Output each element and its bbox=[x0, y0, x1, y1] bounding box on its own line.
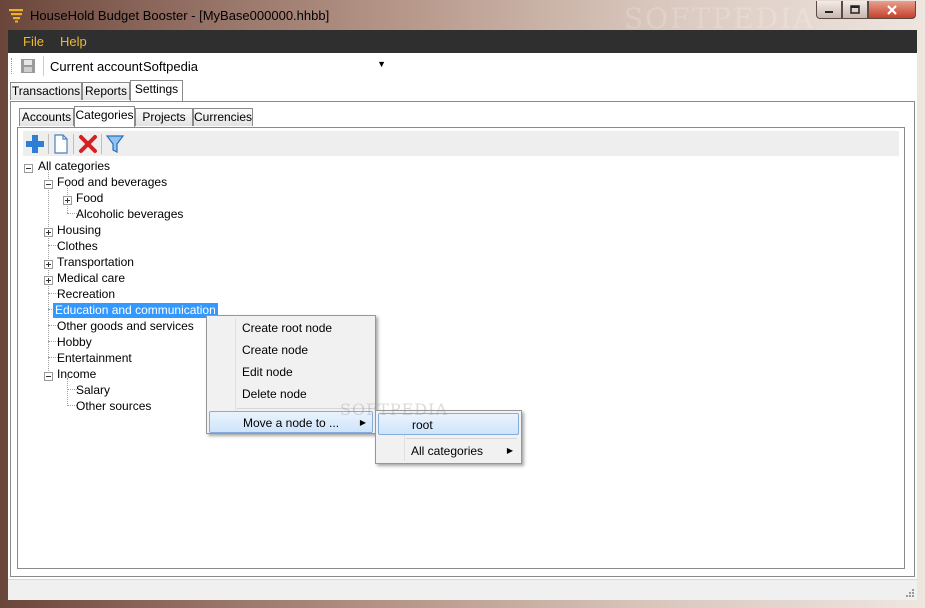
account-toolstrip: Current account Softpedia ▼ bbox=[8, 53, 917, 80]
tree-expand-toggle[interactable] bbox=[44, 260, 53, 269]
toolstrip-separator bbox=[43, 56, 44, 76]
tree-collapse-toggle[interactable] bbox=[44, 372, 53, 381]
tree-node-recreation[interactable]: Recreation bbox=[55, 287, 117, 302]
submenu-arrow-icon: ▶ bbox=[506, 446, 513, 455]
tree-node-salary[interactable]: Salary bbox=[74, 383, 112, 398]
tree-node-hobby[interactable]: Hobby bbox=[55, 335, 94, 350]
window-title: HouseHold Budget Booster - [MyBase000000… bbox=[30, 8, 330, 23]
tree-node-medical-care[interactable]: Medical care bbox=[55, 271, 127, 286]
tree-node-education-and-communication[interactable]: Education and communication bbox=[53, 303, 218, 318]
menu-item-label: Edit node bbox=[242, 365, 293, 379]
resize-grip-icon[interactable] bbox=[904, 587, 914, 597]
menu-item-create-node[interactable]: Create node bbox=[209, 339, 373, 361]
menu-item-label: Move a node to ... bbox=[243, 416, 340, 430]
categories-panel: All categories Food and beverages Food A… bbox=[17, 127, 905, 569]
settings-tabs: Accounts Categories Projects Currencies bbox=[19, 106, 319, 128]
close-button[interactable] bbox=[868, 1, 916, 19]
current-account-value: Softpedia bbox=[143, 59, 198, 74]
tree-guide-line bbox=[48, 170, 49, 373]
tree-guide-line bbox=[67, 378, 68, 406]
title-bar[interactable]: HouseHold Budget Booster - [MyBase000000… bbox=[0, 0, 925, 35]
delete-icon[interactable] bbox=[78, 134, 98, 154]
tab-projects[interactable]: Projects bbox=[135, 108, 193, 126]
client-area: File Help Current account Softpedia ▼ Tr… bbox=[8, 30, 917, 600]
toolbar-separator bbox=[73, 134, 74, 154]
close-icon bbox=[887, 4, 897, 15]
tree-node-all-categories[interactable]: All categories bbox=[36, 159, 112, 174]
menu-item-create-root-node[interactable]: Create root node bbox=[209, 317, 373, 339]
menu-separator bbox=[406, 438, 517, 439]
tab-accounts[interactable]: Accounts bbox=[19, 108, 74, 126]
add-icon[interactable] bbox=[25, 134, 45, 154]
toolstrip-grip[interactable] bbox=[11, 58, 14, 74]
tree-node-other-goods-and-services[interactable]: Other goods and services bbox=[55, 319, 196, 334]
settings-panel: Accounts Categories Projects Currencies bbox=[10, 101, 915, 577]
app-window: HouseHold Budget Booster - [MyBase000000… bbox=[0, 0, 925, 608]
tree-node-other-sources[interactable]: Other sources bbox=[74, 399, 153, 414]
submenu-item-all-categories[interactable]: All categories ▶ bbox=[378, 440, 519, 462]
tree-node-food[interactable]: Food bbox=[74, 191, 105, 206]
tree-expand-toggle[interactable] bbox=[44, 276, 53, 285]
minimize-button[interactable] bbox=[816, 1, 842, 19]
tree-node-entertainment[interactable]: Entertainment bbox=[55, 351, 134, 366]
minimize-icon bbox=[825, 10, 833, 13]
current-account-label: Current account bbox=[50, 59, 143, 74]
tab-reports[interactable]: Reports bbox=[82, 82, 130, 100]
new-document-icon[interactable] bbox=[51, 134, 71, 154]
tab-settings[interactable]: Settings bbox=[130, 80, 183, 101]
filter-icon[interactable] bbox=[105, 134, 125, 154]
tab-currencies[interactable]: Currencies bbox=[193, 108, 253, 126]
tree-expand-toggle[interactable] bbox=[44, 228, 53, 237]
toolbar-separator bbox=[48, 134, 49, 154]
tree-node-transportation[interactable]: Transportation bbox=[55, 255, 136, 270]
menu-help[interactable]: Help bbox=[60, 34, 87, 49]
menu-item-label: Create node bbox=[242, 343, 309, 357]
status-bar bbox=[8, 579, 917, 600]
tree-expand-toggle[interactable] bbox=[63, 196, 72, 205]
menu-bar: File Help bbox=[8, 30, 917, 53]
tree-node-housing[interactable]: Housing bbox=[55, 223, 103, 238]
tree-node-clothes[interactable]: Clothes bbox=[55, 239, 100, 254]
tree-node-alcoholic-beverages[interactable]: Alcoholic beverages bbox=[74, 207, 185, 222]
tree-collapse-toggle[interactable] bbox=[44, 180, 53, 189]
current-account-dropdown[interactable]: Softpedia ▼ bbox=[140, 56, 390, 76]
menu-item-edit-node[interactable]: Edit node bbox=[209, 361, 373, 383]
menu-item-label: Create root node bbox=[242, 321, 333, 335]
tree-node-food-and-beverages[interactable]: Food and beverages bbox=[55, 175, 169, 190]
main-tabs: Transactions Reports Settings bbox=[8, 80, 917, 102]
menu-item-label: All categories bbox=[411, 444, 484, 458]
tree-node-income[interactable]: Income bbox=[55, 367, 98, 382]
maximize-icon bbox=[850, 4, 860, 14]
categories-toolbar bbox=[23, 131, 899, 156]
tree-collapse-toggle[interactable] bbox=[24, 164, 33, 173]
softpedia-watermark: SOFTPEDIA bbox=[340, 400, 448, 419]
tab-transactions[interactable]: Transactions bbox=[10, 82, 82, 100]
toolbar-separator bbox=[101, 134, 102, 154]
maximize-button[interactable] bbox=[842, 1, 868, 19]
tab-categories[interactable]: Categories bbox=[74, 106, 135, 127]
menu-item-label: Delete node bbox=[242, 387, 307, 401]
app-logo-icon bbox=[9, 9, 23, 23]
menu-file[interactable]: File bbox=[23, 34, 44, 49]
save-icon[interactable] bbox=[20, 58, 36, 74]
chevron-down-icon[interactable]: ▼ bbox=[377, 59, 386, 69]
